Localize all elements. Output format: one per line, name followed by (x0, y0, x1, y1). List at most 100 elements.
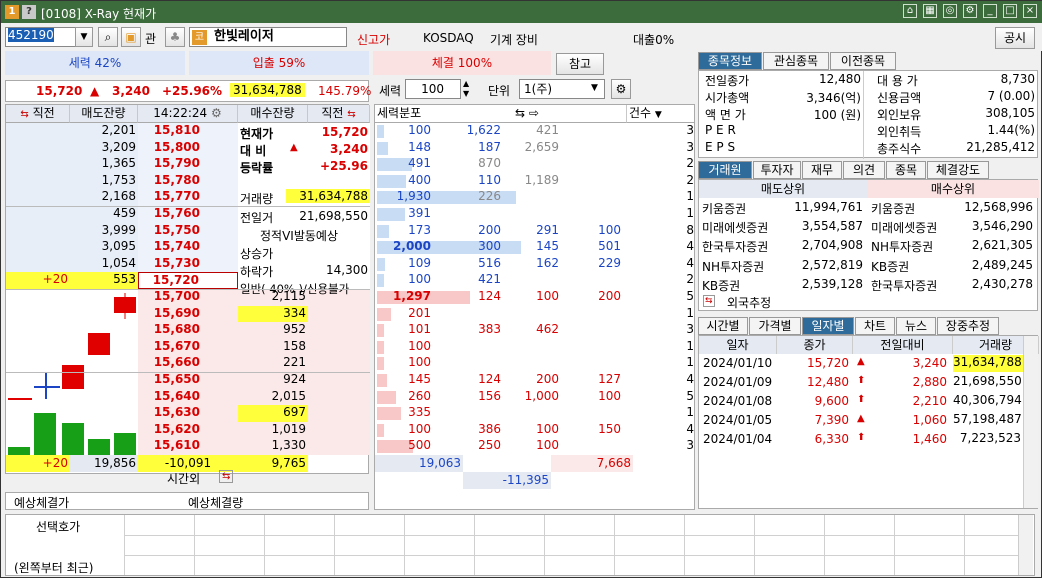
info-tab-2[interactable]: 이전종목 (830, 52, 896, 70)
ask-qty[interactable]: 3,209 (70, 140, 138, 157)
broker-name[interactable]: 한국투자증권 (871, 277, 937, 294)
ask-qty[interactable]: 3,095 (70, 239, 138, 256)
detail-tab-1[interactable]: 가격별 (749, 317, 801, 335)
broker-tab-4[interactable]: 종목 (886, 161, 926, 179)
broker-name[interactable]: 한국투자증권 (702, 238, 768, 255)
daily-volume: 57,198,487 (953, 412, 1022, 426)
broker-tab-0[interactable]: 거래원 (698, 161, 752, 179)
daily-table: 일자 종가 전일대비 거래량 2024/01/10 15,720 ▲ 3,240 31,634,… (698, 335, 1039, 509)
bid-price[interactable]: 15,670 (138, 339, 238, 356)
bid-qty[interactable]: 158 (238, 339, 308, 356)
broker-name[interactable]: 미래에셋증권 (702, 219, 768, 236)
bid-qty[interactable]: 952 (238, 322, 308, 339)
search-icon[interactable]: ⌕ (98, 27, 118, 47)
bid-price[interactable]: 15,690 (138, 306, 238, 323)
bid-qty[interactable]: 697 (238, 405, 308, 422)
diff-up-icon: ▲ (290, 142, 298, 153)
broker-name[interactable]: KB증권 (702, 277, 740, 294)
notice-button[interactable]: 공시 (995, 27, 1035, 49)
foreign-toggle-icon[interactable]: ⇆ (703, 295, 715, 307)
bid-price[interactable]: 15,700 (138, 289, 238, 306)
ask-price[interactable]: 15,760 (138, 206, 238, 223)
bid-qty[interactable]: 1,330 (238, 438, 308, 455)
settings-icon[interactable]: ⚙ (963, 4, 977, 18)
ask-price[interactable]: 15,790 (138, 156, 238, 173)
ask-qty[interactable]: 553 (70, 272, 138, 289)
divider (6, 289, 370, 290)
ask-qty[interactable]: 1,054 (70, 256, 138, 273)
ask-qty[interactable]: 1,365 (70, 156, 138, 173)
ask-price[interactable]: 15,770 (138, 189, 238, 206)
force-spinner-icon[interactable]: ▲ ▼ (463, 79, 469, 99)
ask-price[interactable]: 15,780 (138, 173, 238, 190)
broker-tab-5[interactable]: 체결강도 (927, 161, 989, 179)
ask-qty[interactable]: 1,753 (70, 173, 138, 190)
ref-button[interactable]: 참고 (556, 53, 604, 75)
broker-name[interactable]: NH투자증권 (702, 258, 764, 275)
daily-change: 1,060 (912, 413, 947, 427)
bid-qty[interactable]: 924 (238, 372, 308, 389)
bottom-scrollbar[interactable] (1018, 515, 1033, 575)
gwan-label[interactable]: 관 (145, 30, 156, 47)
code-dropdown-icon[interactable]: ▼ (75, 27, 93, 47)
bid-price[interactable]: 15,630 (138, 405, 238, 422)
close-icon[interactable]: × (1023, 4, 1037, 18)
broker-tab-3[interactable]: 의견 (843, 161, 885, 179)
bid-qty[interactable]: 1,019 (238, 422, 308, 439)
ask-qty[interactable]: 2,201 (70, 123, 138, 140)
detail-tab-4[interactable]: 뉴스 (896, 317, 936, 335)
bid-price[interactable]: 15,620 (138, 422, 238, 439)
minimize-icon[interactable]: _ (983, 4, 997, 18)
bid-qty[interactable]: 334 (238, 305, 308, 323)
ask-price[interactable]: 15,730 (138, 256, 238, 273)
broker-name[interactable]: 키움증권 (702, 200, 746, 217)
bid-price[interactable]: 15,610 (138, 438, 238, 455)
sell-top-header: 매도상위 (699, 180, 867, 198)
detail-tab-0[interactable]: 시간별 (698, 317, 748, 335)
broker-name[interactable]: 미래에셋증권 (871, 219, 937, 236)
after-hours-toggle-icon[interactable]: ⇆ (219, 470, 234, 483)
bid-price[interactable]: 15,640 (138, 389, 238, 406)
force-cell: 201 (408, 305, 431, 320)
force-input[interactable]: 100 (405, 79, 461, 99)
grid-line (474, 515, 475, 575)
ask-qty[interactable]: 3,999 (70, 223, 138, 240)
ask-price[interactable]: 15,750 (138, 223, 238, 240)
broker-name[interactable]: KB증권 (871, 258, 909, 275)
layout-icon[interactable]: ▦ (923, 4, 937, 18)
daily-scrollbar[interactable] (1023, 336, 1038, 508)
link-icon[interactable]: ⌂ (903, 4, 917, 18)
capture-icon[interactable]: ◎ (943, 4, 957, 18)
force-cell: 1 (686, 305, 694, 320)
current-price: 15,720 (36, 84, 83, 98)
bid-qty[interactable]: 2,115 (238, 289, 308, 306)
broker-tab-2[interactable]: 재무 (802, 161, 842, 179)
detail-tab-2[interactable]: 일자별 (802, 317, 854, 335)
bid-qty[interactable]: 2,015 (238, 389, 308, 406)
force-cell: 100 (598, 388, 621, 403)
ask-qty[interactable]: 459 (70, 206, 138, 223)
broker-tab-1[interactable]: 투자자 (753, 161, 801, 179)
info-tab-0[interactable]: 종목정보 (698, 52, 762, 70)
bid-price[interactable]: 15,660 (138, 355, 238, 372)
ask-price[interactable]: 15,810 (138, 123, 238, 140)
maximize-icon[interactable]: □ (1003, 4, 1017, 18)
order-icon[interactable]: ♣ (165, 27, 185, 47)
detail-tab-5[interactable]: 장중추정 (937, 317, 999, 335)
broker-name[interactable]: 키움증권 (871, 200, 915, 217)
ask-price[interactable]: 15,720 (138, 272, 238, 289)
ask-price[interactable]: 15,740 (138, 239, 238, 256)
ask-qty[interactable]: 2,168 (70, 189, 138, 206)
ask-price[interactable]: 15,800 (138, 140, 238, 157)
unit-dropdown-icon[interactable]: ▼ (591, 83, 598, 93)
help-icon[interactable]: ? (22, 5, 36, 19)
bid-price[interactable]: 15,680 (138, 322, 238, 339)
broker-name[interactable]: NH투자증권 (871, 238, 933, 255)
detail-tab-3[interactable]: 차트 (855, 317, 895, 335)
bid-price[interactable]: 15,650 (138, 372, 238, 389)
info-tab-1[interactable]: 관심종목 (763, 52, 829, 70)
bid-qty[interactable]: 221 (238, 355, 308, 372)
chart-icon[interactable]: ▣ (121, 27, 141, 47)
ask-prev-change: +20 (6, 272, 70, 289)
analysis-settings-icon[interactable]: ⚙ (611, 79, 631, 99)
